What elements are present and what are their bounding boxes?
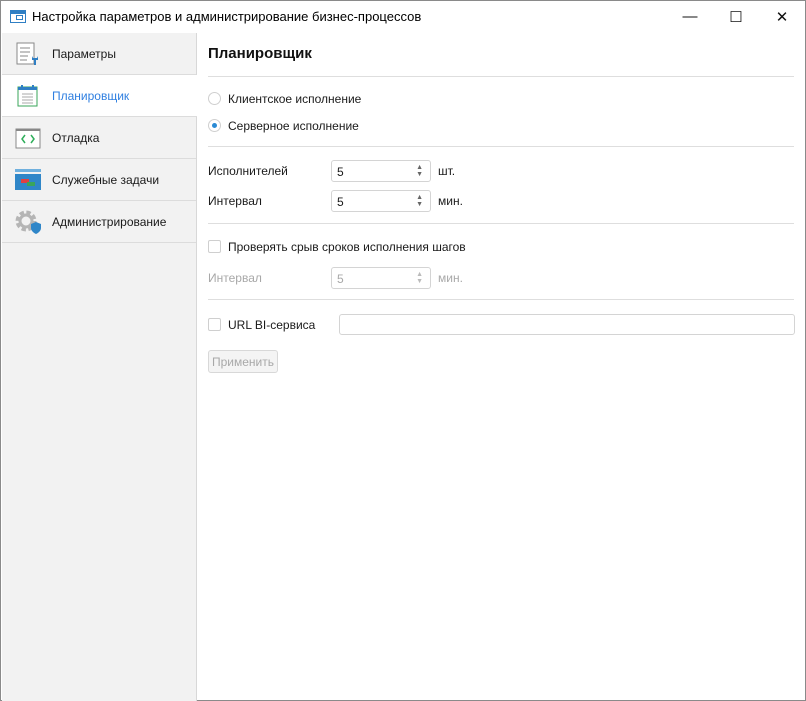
divider: [208, 223, 794, 224]
executors-label: Исполнителей: [208, 164, 288, 178]
divider: [208, 299, 794, 300]
executors-unit: шт.: [438, 164, 456, 178]
code-icon: [15, 128, 41, 148]
sidebar-item-label: Администрирование: [52, 214, 167, 229]
deadline-interval-label: Интервал: [208, 271, 262, 285]
sidebar-item-label: Параметры: [52, 46, 116, 61]
deadline-interval-unit: мин.: [438, 271, 463, 285]
app-icon: [10, 10, 26, 23]
interval-unit: мин.: [438, 194, 463, 208]
sidebar-item-label: Отладка: [52, 130, 100, 145]
interval-stepper[interactable]: 5 ▲ ▼: [331, 190, 431, 212]
server-execution-radio[interactable]: [208, 119, 221, 132]
deadline-interval-value: 5: [337, 272, 344, 286]
page-title: Планировщик: [208, 45, 312, 62]
settings-list-icon: [16, 42, 38, 65]
scheduler-panel: Планировщик Клиентское исполнение Сервер…: [197, 33, 806, 701]
deadline-interval-stepper: 5 ▲ ▼: [331, 267, 431, 289]
client-execution-label[interactable]: Клиентское исполнение: [228, 92, 361, 106]
minimize-button[interactable]: —: [667, 1, 713, 32]
divider: [208, 76, 794, 77]
title-bar: Настройка параметров и администрирование…: [1, 1, 805, 32]
executors-value: 5: [337, 165, 344, 179]
sidebar-item-parameters[interactable]: Параметры: [2, 33, 196, 75]
server-execution-label[interactable]: Серверное исполнение: [228, 119, 359, 133]
sidebar-item-scheduler[interactable]: Планировщик: [2, 75, 197, 117]
check-deadlines-checkbox[interactable]: [208, 240, 221, 253]
sidebar: Параметры Планировщик Отладка Служебные …: [2, 33, 197, 701]
executors-stepper[interactable]: 5 ▲ ▼: [331, 160, 431, 182]
window-title: Настройка параметров и администрирование…: [32, 9, 422, 24]
client-execution-radio[interactable]: [208, 92, 221, 105]
sidebar-item-administration[interactable]: Администрирование: [2, 201, 196, 243]
maximize-button[interactable]: ☐: [713, 1, 759, 32]
gear-shield-icon: [15, 210, 41, 234]
sidebar-item-label: Служебные задачи: [52, 172, 160, 187]
sidebar-item-label: Планировщик: [52, 88, 130, 103]
check-deadlines-label[interactable]: Проверять срыв сроков исполнения шагов: [228, 240, 466, 254]
sidebar-item-debug[interactable]: Отладка: [2, 117, 196, 159]
window: Настройка параметров и администрирование…: [0, 0, 806, 701]
divider: [208, 146, 794, 147]
interval-value: 5: [337, 195, 344, 209]
close-button[interactable]: ✕: [759, 1, 805, 32]
apply-button: Применить: [208, 350, 278, 373]
spin-arrows-icon[interactable]: ▲ ▼: [416, 164, 423, 178]
interval-label: Интервал: [208, 194, 262, 208]
bi-url-label[interactable]: URL BI-сервиса: [228, 318, 315, 332]
spin-arrows-icon[interactable]: ▲ ▼: [416, 194, 423, 208]
bi-url-input[interactable]: [339, 314, 795, 335]
bi-url-checkbox[interactable]: [208, 318, 221, 331]
sidebar-item-service-tasks[interactable]: Служебные задачи: [2, 159, 196, 201]
calendar-icon: [17, 84, 38, 106]
tasks-icon: [15, 168, 41, 190]
spin-arrows-icon: ▲ ▼: [416, 271, 423, 285]
